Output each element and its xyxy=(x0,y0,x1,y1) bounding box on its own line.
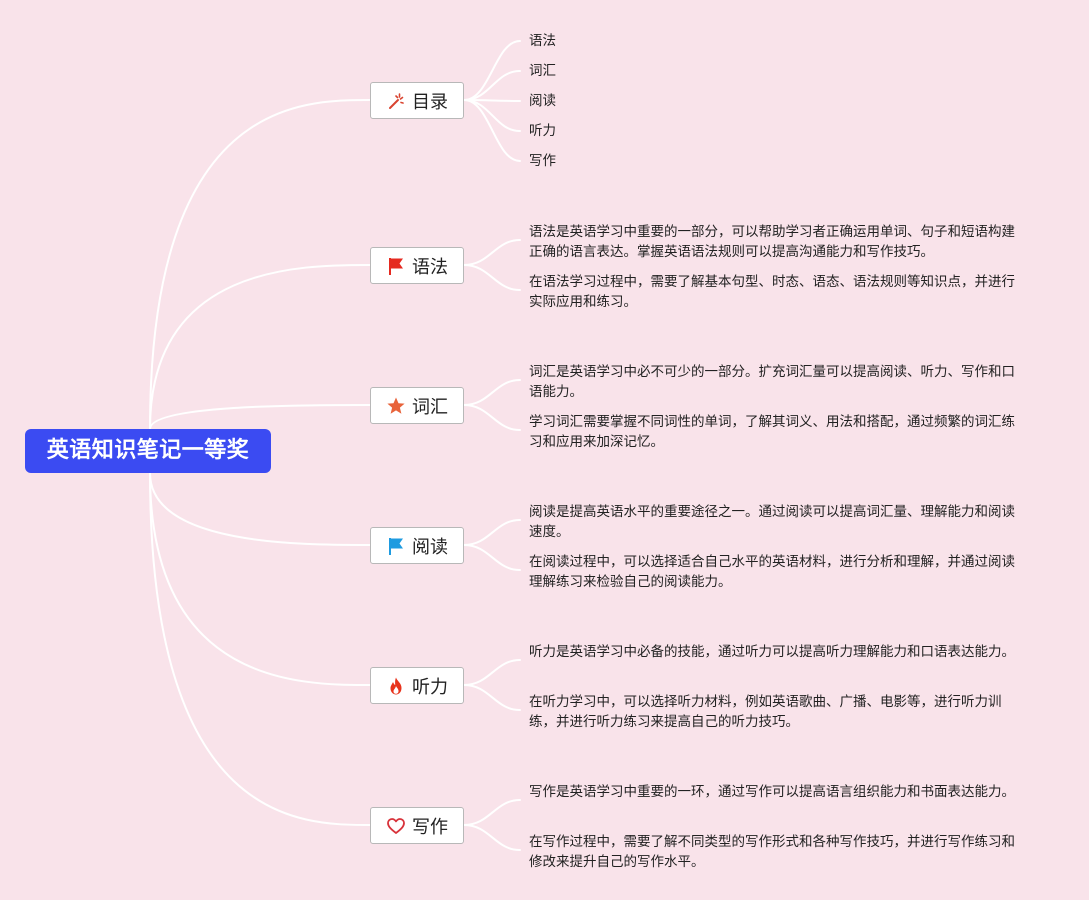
connector-branch-3-p1 xyxy=(463,659,521,686)
connector-root-topic-2 xyxy=(149,404,371,430)
connector-branch-3-p2 xyxy=(463,684,521,711)
reading-paragraph-2: 在阅读过程中，可以选择适合自己水平的英语材料，进行分析和理解，并通过阅读理解练习… xyxy=(529,554,1015,590)
magic-wand-icon xyxy=(386,91,406,111)
writing-paragraph-2: 在写作过程中，需要了解不同类型的写作形式和各种写作技巧，并进行写作练习和修改来提… xyxy=(529,834,1015,870)
star-icon xyxy=(386,396,406,416)
red-flag-icon xyxy=(386,256,406,276)
connector-branch-2-p1 xyxy=(463,519,521,546)
grammar-paragraph-1: 语法是英语学习中重要的一部分，可以帮助学习者正确运用单词、句子和短语构建正确的语… xyxy=(529,224,1015,260)
connector-branch-0-p1 xyxy=(463,239,521,266)
topic-vocabulary[interactable]: 词汇 xyxy=(370,387,464,424)
topic-toc[interactable]: 目录 xyxy=(370,82,464,119)
writing-paragraph-1: 写作是英语学习中重要的一环，通过写作可以提高语言组织能力和书面表达能力。 xyxy=(529,784,1015,800)
heart-icon xyxy=(386,816,406,836)
vocabulary-paragraph-1: 词汇是英语学习中必不可少的一部分。扩充词汇量可以提高阅读、听力、写作和口语能力。 xyxy=(529,364,1015,400)
topic-listening[interactable]: 听力 xyxy=(370,667,464,704)
reading-paragraph-1: 阅读是提高英语水平的重要途径之一。通过阅读可以提高词汇量、理解能力和阅读速度。 xyxy=(529,504,1015,540)
toc-item-vocabulary[interactable]: 词汇 xyxy=(529,62,556,80)
topic-toc-label: 目录 xyxy=(412,91,448,113)
vocabulary-paragraph-2: 学习词汇需要掌握不同词性的单词，了解其词义、用法和搭配，通过频繁的词汇练习和应用… xyxy=(529,414,1015,450)
topic-writing[interactable]: 写作 xyxy=(370,807,464,844)
connector-root-topic-1 xyxy=(149,264,371,430)
connector-root-topic-3 xyxy=(149,472,371,546)
topic-vocabulary-label: 词汇 xyxy=(412,396,448,418)
connector-root-topic-5 xyxy=(149,472,371,826)
connector-branch-2-p2 xyxy=(463,544,521,571)
central-topic[interactable]: 英语知识笔记一等奖 xyxy=(25,429,271,473)
toc-item-reading[interactable]: 阅读 xyxy=(529,92,556,110)
connector-branch-1-p1 xyxy=(463,379,521,406)
fire-icon xyxy=(386,676,406,696)
topic-grammar[interactable]: 语法 xyxy=(370,247,464,284)
connector-toc-item-1 xyxy=(463,70,521,101)
connector-toc-item-3 xyxy=(463,99,521,132)
topic-listening-label: 听力 xyxy=(412,676,448,698)
topic-writing-label: 写作 xyxy=(412,816,448,838)
topic-reading-label: 阅读 xyxy=(412,536,448,558)
toc-item-listening[interactable]: 听力 xyxy=(529,122,556,140)
connector-root-topic-0 xyxy=(149,99,371,430)
connector-toc-item-0 xyxy=(463,40,521,101)
listening-paragraph-2: 在听力学习中，可以选择听力材料，例如英语歌曲、广播、电影等，进行听力训练，并进行… xyxy=(529,694,1002,730)
toc-item-writing[interactable]: 写作 xyxy=(529,152,556,170)
connector-branch-1-p2 xyxy=(463,404,521,431)
toc-item-grammar[interactable]: 语法 xyxy=(529,32,556,50)
topic-grammar-label: 语法 xyxy=(412,256,448,278)
grammar-paragraph-2: 在语法学习过程中，需要了解基本句型、时态、语态、语法规则等知识点，并进行实际应用… xyxy=(529,274,1015,310)
blue-flag-icon xyxy=(386,536,406,556)
listening-paragraph-1: 听力是英语学习中必备的技能，通过听力可以提高听力理解能力和口语表达能力。 xyxy=(529,644,1015,660)
topic-reading[interactable]: 阅读 xyxy=(370,527,464,564)
connector-branch-4-p1 xyxy=(463,799,521,826)
connector-branch-0-p2 xyxy=(463,264,521,291)
connector-toc-item-2 xyxy=(463,99,521,102)
connector-root-topic-4 xyxy=(149,472,371,686)
connector-toc-item-4 xyxy=(463,99,521,162)
connector-branch-4-p2 xyxy=(463,824,521,851)
